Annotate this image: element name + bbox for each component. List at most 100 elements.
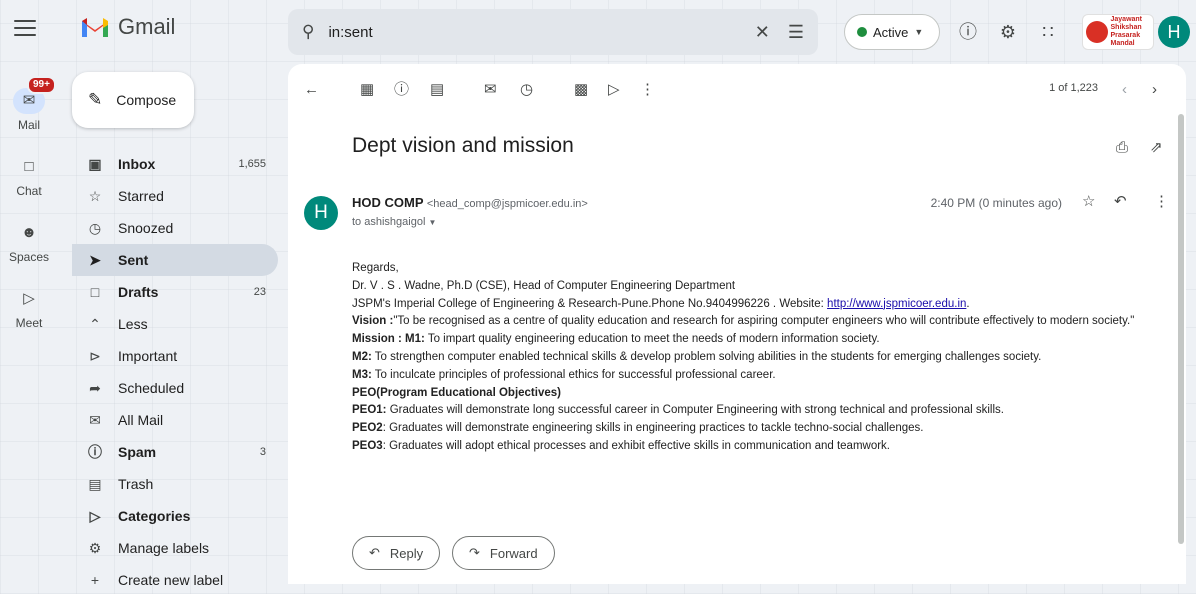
gear-icon: ⚙: [88, 539, 102, 556]
print-icon[interactable]: ⎙: [1116, 136, 1128, 160]
rail-label: Chat: [16, 184, 42, 198]
chat-icon: □: [24, 158, 34, 175]
status-label: Active: [873, 24, 909, 40]
compose-button[interactable]: ✎ Compose: [72, 72, 194, 128]
sender-avatar[interactable]: H: [304, 196, 338, 230]
spaces-icon: ☻: [21, 224, 37, 241]
nav-item-trash[interactable]: ▤ Trash: [72, 468, 278, 500]
website-link[interactable]: http://www.jspmicoer.edu.in: [827, 298, 966, 310]
main-menu-button[interactable]: [14, 20, 36, 36]
recipient-text: to ashishgaigol: [352, 216, 426, 228]
nav-label: Trash: [118, 476, 154, 492]
nav-item-manage-labels[interactable]: ⚙ Manage labels: [72, 532, 278, 564]
label-icon[interactable]: ▷: [608, 78, 620, 102]
sender-name[interactable]: HOD COMP: [352, 195, 424, 210]
message-toolbar: ← ▦ ⓘ ▤ ✉ ◷ ▩ ▷ ⋮ 1 of 1,223 ‹ ›: [288, 78, 1186, 102]
m2-text: To strengthen computer enabled technical…: [371, 350, 1042, 363]
organization-logo[interactable]: Jayawant Shikshan Prasarak Mandal: [1082, 14, 1154, 50]
nav-item-drafts[interactable]: □ Drafts 23: [72, 276, 278, 308]
email-timestamp: 2:40 PM (0 minutes ago): [930, 196, 1062, 210]
chevron-up-icon: ⌃: [89, 315, 101, 332]
recipient-line[interactable]: to ashishgaigol ▼: [352, 216, 436, 228]
nav-item-scheduled[interactable]: ➦ Scheduled: [72, 372, 278, 404]
delete-icon[interactable]: ▤: [430, 78, 444, 102]
rail-mail[interactable]: ✉ 99+ Mail: [0, 76, 58, 132]
forward-button[interactable]: ↷ Forward: [452, 536, 555, 570]
website-suffix: .: [966, 297, 970, 310]
nav-item-less[interactable]: ⌃ Less: [72, 308, 278, 340]
signature-name: Dr. V . S . Wadne, Ph.D (CSE), Head of C…: [352, 279, 736, 292]
org-logo-text: Jayawant Shikshan Prasarak Mandal: [1110, 16, 1143, 47]
reply-button[interactable]: ↶ Reply: [352, 536, 441, 570]
open-new-window-icon[interactable]: ⇗: [1150, 136, 1163, 160]
nav-label: Spam: [118, 444, 157, 460]
gmail-logo[interactable]: Gmail: [80, 14, 175, 40]
nav-label: Scheduled: [118, 380, 185, 396]
rail-chat[interactable]: □ Chat: [0, 154, 58, 198]
nav-label: Inbox: [118, 156, 156, 172]
more-vertical-icon[interactable]: ⋮: [1154, 190, 1169, 214]
account-avatar[interactable]: H: [1158, 16, 1190, 48]
nav-item-snoozed[interactable]: ◷ Snoozed: [72, 212, 278, 244]
reply-icon[interactable]: ↶: [1114, 190, 1127, 214]
plus-icon: +: [90, 572, 100, 588]
peo1-line: PEO1: Graduates will demonstrate long su…: [352, 402, 1162, 420]
more-options-icon[interactable]: ⋮: [640, 78, 655, 102]
nav-label: All Mail: [118, 412, 164, 428]
message-scrollbar[interactable]: [1178, 114, 1184, 544]
peo-heading: PEO(Program Educational Objectives): [352, 385, 1162, 403]
status-dot: [857, 27, 867, 37]
search-input[interactable]: [328, 23, 737, 41]
send-icon: ➤: [89, 251, 101, 268]
chevron-left-icon[interactable]: ‹: [1122, 78, 1127, 102]
peo1-label: PEO1:: [352, 404, 387, 417]
clear-search-icon[interactable]: ✕: [755, 22, 770, 43]
rail-spaces[interactable]: ☻ Spaces: [0, 220, 58, 264]
m2-line: M2: To strengthen computer enabled techn…: [352, 349, 1162, 367]
mark-unread-icon[interactable]: ✉: [484, 78, 497, 102]
rail-meet[interactable]: ▷ Meet: [0, 286, 58, 330]
status-dropdown[interactable]: Active ▼: [844, 14, 940, 50]
apps-grid-icon[interactable]: ∷: [1036, 20, 1060, 44]
move-to-icon[interactable]: ▩: [574, 78, 588, 102]
nav-label: Manage labels: [118, 540, 210, 556]
chevron-right-icon[interactable]: ›: [1152, 78, 1157, 102]
snooze-icon[interactable]: ◷: [520, 78, 533, 102]
forward-icon: ↷: [469, 545, 480, 560]
all-mail-icon: ✉: [89, 411, 101, 428]
nav-label: Categories: [118, 508, 191, 524]
nav-count: 23: [253, 286, 266, 298]
regards-line: Regards,: [352, 262, 399, 274]
pencil-icon: ✎: [88, 90, 103, 109]
search-icon[interactable]: ⚲: [302, 22, 314, 42]
back-arrow-icon[interactable]: ←: [304, 78, 319, 102]
nav-count: 1,655: [238, 158, 266, 170]
nav-item-create-label[interactable]: + Create new label: [72, 564, 278, 594]
pager-count: 1 of 1,223: [1049, 82, 1098, 94]
message-pane: ← ▦ ⓘ ▤ ✉ ◷ ▩ ▷ ⋮ 1 of 1,223 ‹ › Dept vi…: [288, 64, 1186, 584]
sender-line: HOD COMP <head_comp@jspmicoer.edu.in>: [352, 195, 588, 210]
nav-item-categories[interactable]: ▷ Categories: [72, 500, 278, 532]
report-spam-icon[interactable]: ⓘ: [394, 78, 409, 102]
email-body: Regards, Dr. V . S . Wadne, Ph.D (CSE), …: [352, 260, 1162, 456]
star-icon[interactable]: ☆: [1082, 190, 1095, 214]
nav-item-all-mail[interactable]: ✉ All Mail: [72, 404, 278, 436]
nav-item-spam[interactable]: ⓘ Spam 3: [72, 436, 278, 468]
chevron-down-icon: ▼: [428, 218, 437, 227]
help-icon[interactable]: ⓘ: [956, 20, 980, 44]
mission-line: Mission : M1: To impart quality engineer…: [352, 331, 1162, 349]
gear-icon[interactable]: ⚙: [996, 20, 1020, 44]
search-bar[interactable]: ⚲ ✕ ☰: [288, 9, 818, 55]
search-options-icon[interactable]: ☰: [788, 22, 804, 43]
gmail-m-icon: [82, 18, 108, 37]
reply-icon: ↶: [369, 545, 380, 560]
nav-item-important[interactable]: ⊳ Important: [72, 340, 278, 372]
vision-line: Vision :"To be recognised as a centre of…: [352, 313, 1162, 331]
nav-item-sent[interactable]: ➤ Sent: [72, 244, 278, 276]
archive-icon[interactable]: ▦: [360, 78, 374, 102]
nav-item-inbox[interactable]: ▣ Inbox 1,655: [72, 148, 278, 180]
nav-label: Sent: [118, 252, 149, 268]
m3-label: M3:: [352, 368, 372, 381]
nav-label: Less: [118, 316, 148, 332]
nav-item-starred[interactable]: ☆ Starred: [72, 180, 278, 212]
